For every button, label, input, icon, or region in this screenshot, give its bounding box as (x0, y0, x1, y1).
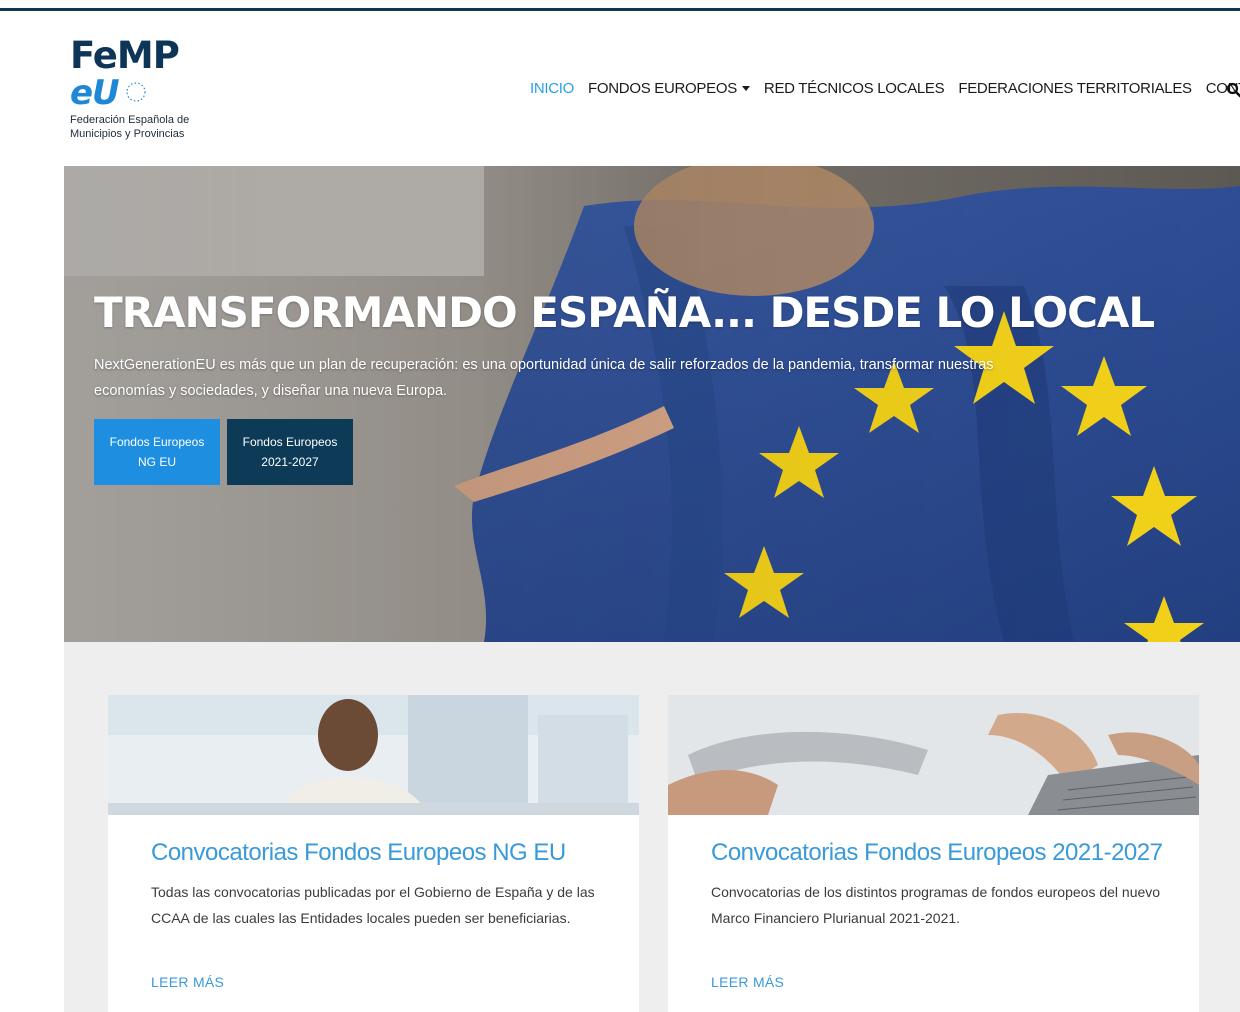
card-image-tablet-laptop (668, 695, 1199, 815)
nav-item-inicio[interactable]: INICIO (530, 80, 574, 97)
card-title[interactable]: Convocatorias Fondos Europeos 2021-2027 (711, 839, 1163, 867)
fondos-europeos-ng-eu-button[interactable]: Fondos Europeos NG EU (94, 419, 220, 485)
leer-mas-link[interactable]: LEER MÁS (151, 974, 224, 990)
search-icon[interactable] (1226, 82, 1240, 98)
nav-label: RED TÉCNICOS LOCALES (763, 80, 945, 97)
main-nav: INICIO FONDOS EUROPEOS RED TÉCNICOS LOCA… (530, 80, 1240, 97)
card-image-woman-office (108, 695, 639, 815)
logo-subtitle-line2: Municipios y Provincias (70, 128, 185, 140)
card-description: Convocatorias de los distintos programas… (711, 884, 1161, 926)
card-convocatorias-2021-2027: Convocatorias Fondos Europeos 2021-2027 … (668, 695, 1199, 1012)
caret-down-icon (741, 86, 750, 91)
hero-description: NextGenerationEU es más que un plan de r… (94, 357, 994, 399)
card-convocatorias-ng-eu: Convocatorias Fondos Europeos NG EU Toda… (108, 695, 639, 1012)
nav-label: INICIO (530, 80, 575, 97)
card-title[interactable]: Convocatorias Fondos Europeos NG EU (151, 839, 566, 867)
nav-item-federaciones-territoriales[interactable]: FEDERACIONES TERRITORIALES (958, 80, 1192, 97)
eu-stars-icon (126, 82, 146, 102)
femp-eu-logo[interactable]: FeMP eU Federación Española de Municipio… (70, 37, 200, 152)
nav-label: FEDERACIONES TERRITORIALES (958, 80, 1192, 97)
logo-subtitle: Federación Española de Municipios y Prov… (70, 113, 210, 141)
hero-title: TRANSFORMANDO ESPAÑA... DESDE LO LOCAL (94, 288, 1155, 337)
nav-item-fondos-europeos[interactable]: FONDOS EUROPEOS (588, 80, 750, 97)
logo-eu-text: eU (70, 73, 120, 113)
hero-eu-flag-image (64, 166, 1240, 642)
nav-item-red-tecnicos-locales[interactable]: RED TÉCNICOS LOCALES (763, 80, 945, 97)
logo-subtitle-line1: Federación Española de (70, 114, 190, 126)
leer-mas-link[interactable]: LEER MÁS (711, 974, 784, 990)
fondos-europeos-2021-2027-button[interactable]: Fondos Europeos 2021-2027 (227, 419, 353, 485)
nav-label: FONDOS EUROPEOS (588, 80, 737, 97)
logo-femp-text: FeMP (70, 34, 180, 77)
card-description: Todas las convocatorias publicadas por e… (151, 884, 595, 926)
left-gutter (0, 166, 64, 1012)
hero-banner: TRANSFORMANDO ESPAÑA... DESDE LO LOCAL N… (64, 166, 1240, 642)
